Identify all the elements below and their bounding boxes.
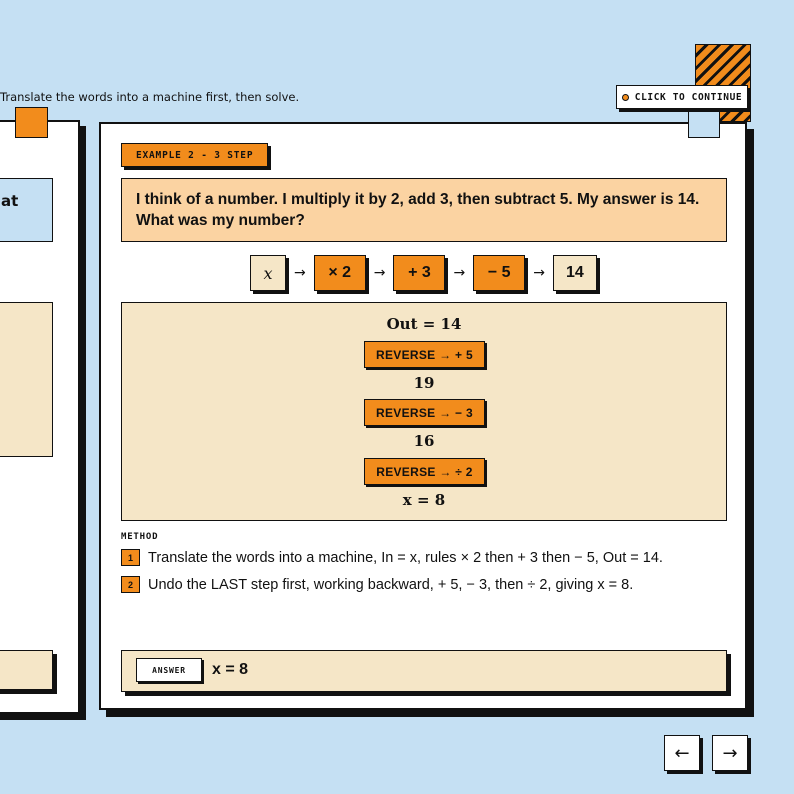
click-to-continue-button[interactable]: CLICK TO CONTINUE xyxy=(616,85,748,109)
problem-statement: I think of a number. I multiply it by 2,… xyxy=(121,178,727,242)
answer-label: ANSWER xyxy=(136,658,202,682)
machine-rule: + 3 xyxy=(393,255,446,291)
previous-steps-box xyxy=(0,302,53,457)
step-number-badge: 1 xyxy=(121,549,140,566)
machine-input: x xyxy=(250,255,286,291)
output-value: Out = 14 xyxy=(386,315,462,333)
previous-problem-text: at xyxy=(1,192,19,210)
solution-value: x = 8 xyxy=(402,491,446,509)
method-step-text: Undo the LAST step first, working backwa… xyxy=(148,576,634,593)
answer-value: x = 8 xyxy=(212,661,249,678)
answer-box: ANSWER x = 8 xyxy=(121,650,727,692)
reverse-steps-panel: Out = 14 REVERSE → + 5 19 REVERSE → − 3 … xyxy=(121,302,727,521)
arrow-right-icon: → xyxy=(373,265,386,281)
instruction-text: Translate the words into a machine first… xyxy=(0,90,300,104)
method-step: 2 Undo the LAST step first, working back… xyxy=(121,576,633,593)
arrow-left-icon: ← xyxy=(674,742,690,764)
previous-answer-box xyxy=(0,650,53,690)
reverse-subtract-3-button[interactable]: REVERSE → − 3 xyxy=(364,399,485,426)
reverse-divide-2-button[interactable]: REVERSE → ÷ 2 xyxy=(364,458,485,485)
arrow-right-icon: → xyxy=(722,742,738,764)
intermediate-value: 19 xyxy=(413,374,435,392)
intermediate-value: 16 xyxy=(413,432,435,450)
next-button[interactable]: → xyxy=(712,735,748,771)
function-machine: x → × 2 → + 3 → − 5 → 14 xyxy=(250,254,597,292)
circle-icon xyxy=(621,93,629,101)
card-tab-decoration xyxy=(688,106,720,138)
continue-label: CLICK TO CONTINUE xyxy=(634,91,743,103)
arrow-right-icon: → xyxy=(533,265,545,281)
arrow-right-icon: → xyxy=(453,265,466,281)
step-number-badge: 2 xyxy=(121,576,140,593)
example-label: EXAMPLE 2 - 3 STEP xyxy=(121,143,269,167)
arrow-right-icon: → xyxy=(294,265,306,281)
method-heading: METHOD xyxy=(121,532,159,542)
machine-output: 14 xyxy=(552,255,597,291)
reverse-add-5-button[interactable]: REVERSE → + 5 xyxy=(364,341,485,368)
previous-button[interactable]: ← xyxy=(664,735,700,771)
machine-rule: × 2 xyxy=(313,255,366,291)
method-step-text: Translate the words into a machine, In =… xyxy=(148,549,663,566)
method-step: 1 Translate the words into a machine, In… xyxy=(121,549,663,566)
machine-rule: − 5 xyxy=(473,255,526,291)
previous-problem-box: at xyxy=(0,178,53,242)
card-tab-decoration xyxy=(15,107,48,138)
